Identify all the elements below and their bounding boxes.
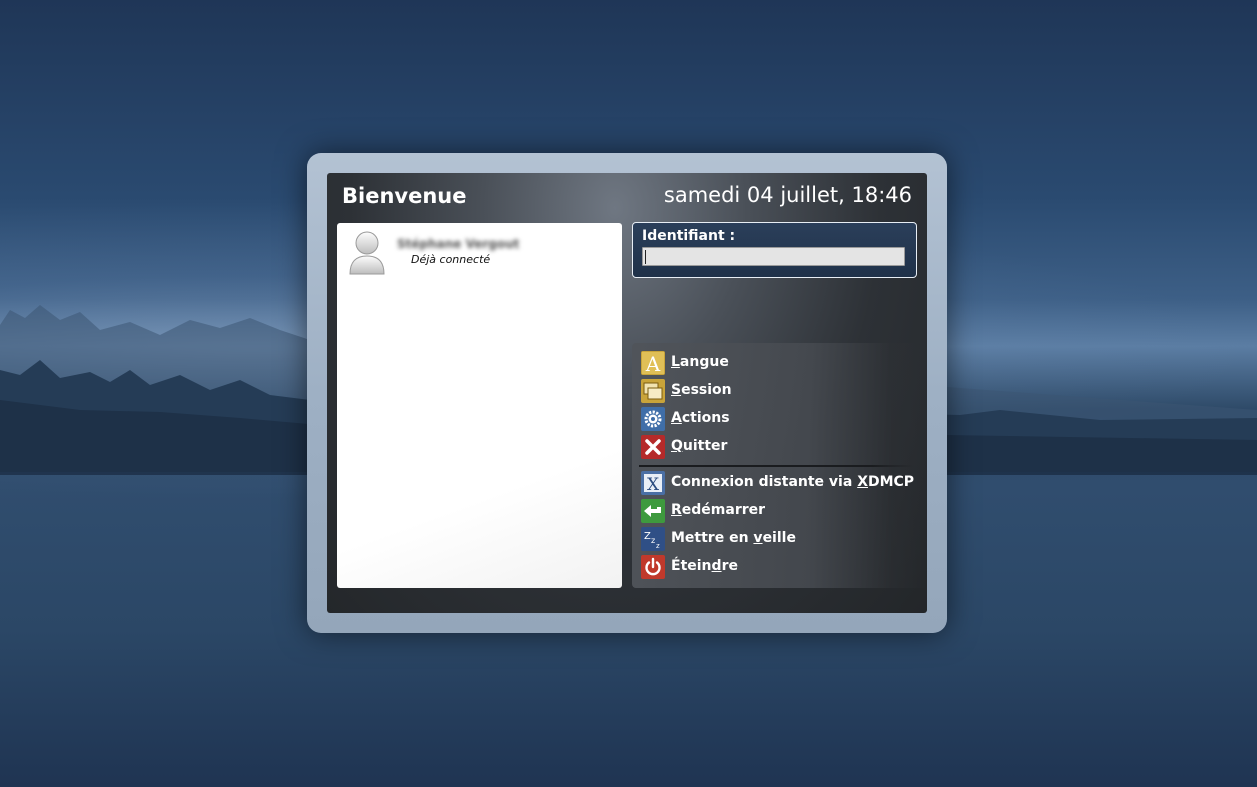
login-panel: Bienvenue samedi 04 juillet, 18:46 Stéph… [327, 173, 927, 613]
menu-item-shutdown[interactable]: Éteindre [641, 554, 921, 580]
menu-label: Connexion distante via XDMCP [671, 474, 915, 490]
menu-label: Session [671, 382, 732, 398]
clock-datetime: samedi 04 juillet, 18:46 [663, 183, 912, 207]
language-icon: A [641, 351, 665, 375]
shutdown-icon [641, 555, 665, 579]
menu-label: Actions [671, 410, 730, 426]
user-status: Déjà connecté [411, 253, 491, 266]
quit-icon [641, 435, 665, 459]
actions-gear-icon [641, 407, 665, 431]
menu-item-restart[interactable]: Redémarrer [641, 498, 921, 524]
svg-text:Z: Z [644, 531, 651, 542]
login-box: Identifiant : [632, 222, 917, 278]
menu-item-suspend[interactable]: Z z z Mettre en veille [641, 526, 921, 552]
user-list-item[interactable]: Stéphane Vergout Déjà connecté [345, 229, 615, 277]
user-list: Stéphane Vergout Déjà connecté [337, 223, 622, 588]
session-icon [641, 379, 665, 403]
menu-label: Langue [671, 354, 729, 370]
menu-item-quit[interactable]: Quitter [641, 434, 921, 460]
suspend-icon: Z z z [641, 527, 665, 551]
menu-item-actions[interactable]: Actions [641, 406, 921, 432]
menu-item-xdmcp[interactable]: X Connexion distante via XDMCP [641, 470, 921, 496]
menu-label: Redémarrer [671, 502, 766, 518]
menu-label: Éteindre [671, 558, 738, 574]
svg-text:A: A [645, 352, 661, 375]
username-label: Identifiant : [642, 228, 736, 244]
user-name: Stéphane Vergout [397, 237, 520, 251]
welcome-title: Bienvenue [342, 184, 467, 208]
svg-text:z: z [656, 542, 660, 550]
menu-label: Quitter [671, 438, 728, 454]
text-caret [645, 250, 646, 264]
xdmcp-icon: X [641, 471, 665, 495]
menu-label: Mettre en veille [671, 530, 796, 546]
user-avatar-icon [349, 231, 385, 275]
options-menu: A Langue Session Actions Quitter X Conne… [632, 343, 927, 588]
menu-separator [639, 465, 914, 467]
login-window-frame: Bienvenue samedi 04 juillet, 18:46 Stéph… [307, 153, 947, 633]
restart-icon [641, 499, 665, 523]
svg-text:X: X [647, 475, 660, 495]
username-input[interactable] [642, 247, 905, 266]
menu-item-language[interactable]: A Langue [641, 350, 921, 376]
menu-item-session[interactable]: Session [641, 378, 921, 404]
svg-text:z: z [651, 536, 655, 545]
